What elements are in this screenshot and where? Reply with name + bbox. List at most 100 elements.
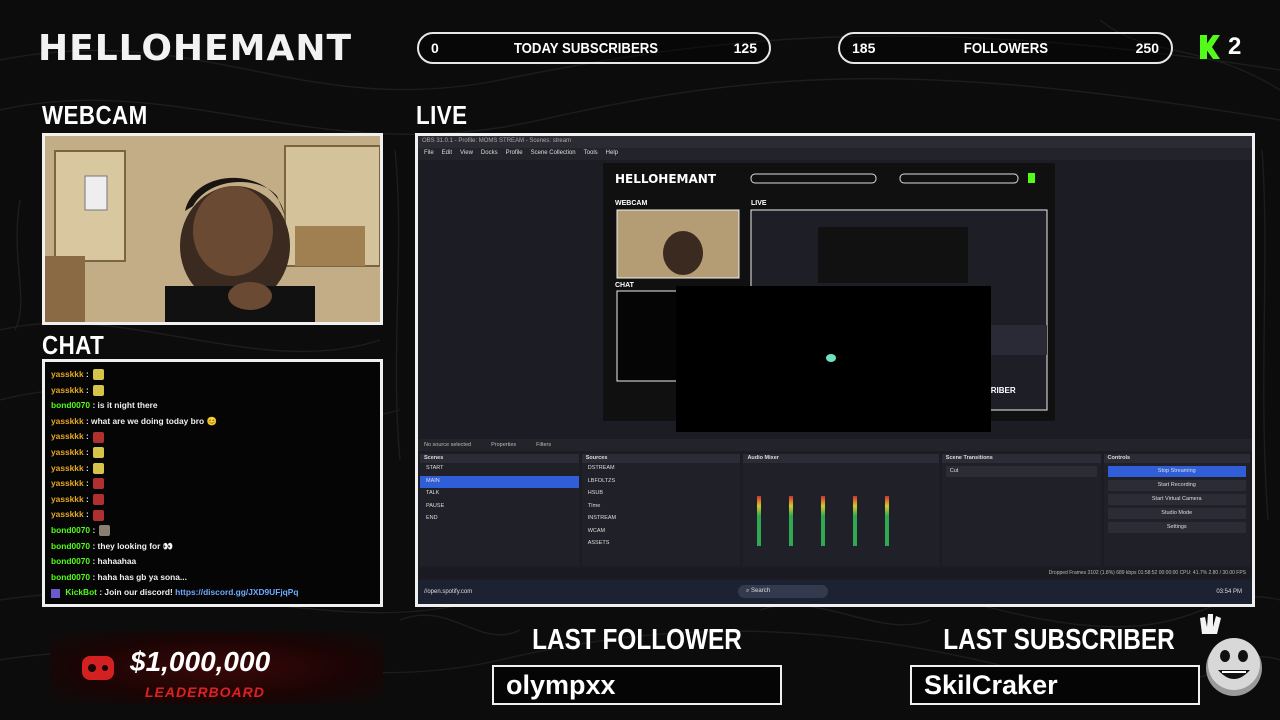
chat-message: bond0070 : is it night there	[51, 398, 374, 414]
svg-text:LIVE: LIVE	[751, 200, 767, 207]
scene-item[interactable]: START	[420, 463, 579, 476]
obs-menu-item[interactable]: Edit	[442, 150, 452, 158]
scenes-dock: Scenes START MAIN TALK PAUSE END	[420, 454, 579, 566]
scene-item[interactable]: TALK	[420, 488, 579, 501]
filters-button[interactable]: Filters	[536, 442, 551, 448]
audio-meter	[885, 496, 890, 546]
control-button[interactable]: Start Virtual Camera	[1107, 494, 1246, 505]
sources-list: DSTREAM LBFOLTZS HSUB TIme INSTREAM WCAM ASSET…	[582, 463, 741, 551]
chat-username: bond0070	[51, 540, 91, 551]
leaderboard-label: LEADERBOARD	[145, 684, 265, 700]
chat-message: yasskkk :	[51, 429, 374, 445]
chat-username: bond0070	[51, 524, 91, 535]
control-button[interactable]: Studio Mode	[1107, 508, 1246, 519]
obs-menu-item[interactable]: View	[460, 150, 473, 158]
obs-status-bar: Dropped Frames 3102 (1.8%) 689 kbps 01:5…	[418, 568, 1252, 578]
transitions-title: Scene Transitions	[941, 454, 1101, 463]
chat-emote-icon	[92, 384, 104, 396]
chat-username: bond0070	[51, 400, 91, 411]
chat-text: :	[85, 478, 89, 489]
subscribers-max: 125	[733, 40, 757, 56]
chat-emote-icon	[92, 462, 104, 474]
chat-message: bond0070 : haha has gb ya sona...	[51, 570, 374, 586]
audio-meter	[853, 496, 858, 546]
chat-message: yasskkk : what are we doing today bro 😊	[51, 414, 374, 430]
chat-username: bond0070	[51, 556, 91, 567]
chat-emote-icon	[92, 369, 104, 381]
chat-text: :	[85, 431, 89, 442]
source-item[interactable]: HSUB	[582, 488, 741, 501]
chat-message: bond0070 : hahaahaa	[51, 554, 374, 570]
properties-button[interactable]: Properties	[491, 442, 516, 448]
last-subscriber-name: SkilCraker	[910, 665, 1200, 705]
subscribers-progress-bar: 0 TODAY SUBSCRIBERS 125	[417, 32, 771, 64]
chat-username: yasskkk	[51, 446, 84, 457]
cursor-highlight-icon	[826, 354, 836, 362]
chat-text: :	[92, 524, 96, 535]
controller-logo-icon	[82, 656, 114, 680]
chat-text: :	[85, 446, 89, 457]
controls-dock: Controls Stop Streaming Start Recording St…	[1103, 454, 1251, 566]
chat-text: :	[85, 384, 89, 395]
obs-source-toolbar: No source selected Properties Filters	[418, 439, 1252, 451]
scene-item[interactable]: MAIN	[420, 475, 579, 488]
source-item[interactable]: INSTREAM	[582, 513, 741, 526]
source-item[interactable]: DSTREAM	[582, 463, 741, 476]
scene-item[interactable]: END	[420, 513, 579, 526]
chat-message: bond0070 : they looking for 👀	[51, 539, 374, 555]
obs-menu-bar: File Edit View Docks Profile Scene Collection…	[418, 148, 1252, 160]
no-source-label: No source selected	[424, 442, 472, 448]
chat-text: : what are we doing today bro 😊	[85, 415, 217, 426]
chat-message: yasskkk :	[51, 367, 374, 383]
webcam-scene	[45, 136, 380, 322]
subscribers-label: TODAY SUBSCRIBERS	[514, 39, 659, 57]
obs-menu-item[interactable]: Docks	[481, 150, 498, 158]
source-item[interactable]: TIme	[582, 501, 741, 514]
audio-mixer-title: Audio Mixer	[743, 454, 939, 463]
chat-text: :	[85, 369, 89, 379]
chat-text: : haha has gb ya sona...	[92, 571, 187, 582]
chat-emote-icon	[92, 509, 104, 521]
source-item[interactable]: ASSETS	[582, 538, 741, 551]
chat-username: yasskkk	[51, 462, 84, 473]
obs-docks: Scenes START MAIN TALK PAUSE END Sources DST…	[418, 454, 1252, 566]
chat-kickbot-line: KickBot : Join our discord! https://disc…	[51, 585, 374, 601]
controls-title: Controls	[1103, 454, 1250, 463]
taskbar-search[interactable]: ⌕ Search	[738, 585, 828, 598]
chat-text: :	[85, 462, 89, 473]
chat-message: yasskkk :	[51, 461, 374, 477]
svg-text:HELLOHEMANT: HELLOHEMANT	[615, 172, 717, 186]
audio-meter	[789, 496, 794, 546]
audio-mixer-dock: Audio Mixer	[743, 454, 939, 566]
chat-username: yasskkk	[51, 509, 84, 520]
source-item[interactable]: LBFOLTZS	[582, 476, 741, 489]
audio-meter	[757, 496, 762, 546]
control-button[interactable]: Settings	[1107, 522, 1246, 533]
followers-label: FOLLOWERS	[963, 39, 1048, 57]
chat-message: yasskkk :	[51, 476, 374, 492]
subscribers-min: 0	[431, 40, 439, 56]
scene-item[interactable]: PAUSE	[420, 501, 579, 514]
source-item[interactable]: WCAM	[582, 526, 741, 539]
obs-menu-item[interactable]: Profile	[506, 150, 523, 158]
obs-menu-item[interactable]: File	[424, 150, 434, 158]
transition-select[interactable]: Cut	[945, 466, 1097, 477]
obs-menu-item[interactable]: Help	[606, 150, 618, 158]
control-button[interactable]: Start Recording	[1107, 480, 1246, 491]
taskbar-search-label: Search	[751, 588, 771, 594]
chat-message: yasskkk :	[51, 383, 374, 399]
chat-message: bond0070 :	[51, 523, 374, 539]
controls-list: Stop Streaming Start Recording Start Virtu…	[1104, 466, 1251, 533]
leaderboard-banner: $1,000,000 LEADERBOARD	[50, 632, 383, 704]
obs-menu-item[interactable]: Tools	[584, 150, 598, 158]
discord-link[interactable]: https://discord.gg/JXD9UFjqPq	[175, 587, 298, 597]
obs-menu-item[interactable]: Scene Collection	[531, 150, 576, 158]
channel-brand: HELLOHEMANT	[38, 28, 353, 69]
taskbar-clock: 03:54 PM	[1216, 589, 1242, 595]
followers-max: 250	[1135, 40, 1159, 56]
chat-emote-icon	[92, 478, 104, 490]
scene-transitions-dock: Scene Transitions Cut	[941, 454, 1101, 566]
chat-message: yasskkk :	[51, 492, 374, 508]
control-button[interactable]: Stop Streaming	[1107, 466, 1246, 477]
taskbar-url: //open.spotify.com	[424, 589, 473, 595]
